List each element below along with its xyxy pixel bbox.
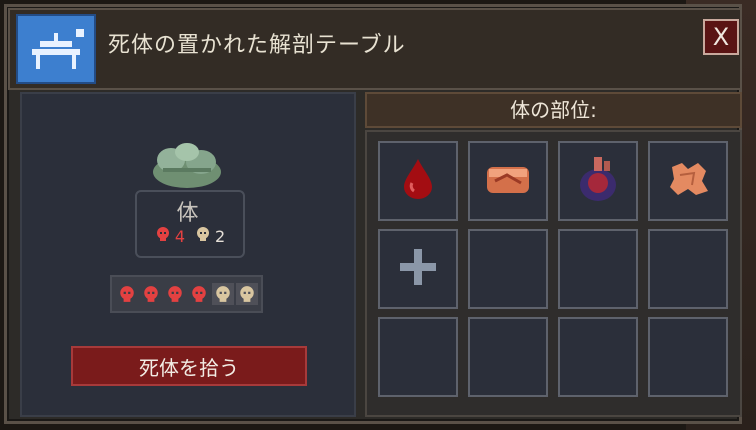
empty-slot[interactable] (378, 317, 458, 397)
pale-skull-icon (235, 283, 258, 305)
empty-slot[interactable] (648, 229, 728, 309)
blood-drop-icon (398, 157, 438, 205)
red-skull-icon (140, 283, 162, 305)
plus-icon (396, 245, 440, 293)
empty-slot[interactable] (558, 229, 638, 309)
skull-track (110, 275, 263, 313)
red-skull-icon (164, 283, 186, 305)
skin-pelt-icon (664, 157, 712, 205)
corpse-icon (145, 138, 230, 193)
body-part-slot-blood[interactable] (378, 141, 458, 221)
red-skull-icon (188, 283, 210, 305)
pale-skull-count: 2 (215, 226, 226, 246)
pale-skull-icon (195, 226, 211, 246)
empty-slot[interactable] (558, 317, 638, 397)
pale-skull-stat: 2 (195, 226, 225, 246)
body-stats: 4 2 (135, 222, 245, 250)
meat-chunk-icon (481, 157, 535, 205)
close-button[interactable]: X (703, 19, 739, 55)
empty-slot[interactable] (648, 317, 728, 397)
pale-skull-icon (211, 283, 234, 305)
body-part-slot-heart[interactable] (558, 141, 638, 221)
dissection-table-icon (16, 14, 96, 84)
heart-organ-icon (572, 153, 624, 209)
body-part-slot-meat[interactable] (468, 141, 548, 221)
red-skull-count: 4 (174, 226, 185, 246)
add-body-part-slot[interactable] (378, 229, 458, 309)
body-parts-header: 体の部位: (365, 92, 742, 128)
pick-up-corpse-button[interactable]: 死体を拾う (71, 346, 307, 386)
red-skull-icon (116, 283, 138, 305)
empty-slot[interactable] (468, 229, 548, 309)
close-icon: X (712, 23, 730, 51)
window-title: 死体の置かれた解剖テーブル (108, 33, 406, 58)
empty-slot[interactable] (468, 317, 548, 397)
body-part-slot-skin[interactable] (648, 141, 728, 221)
red-skull-icon (155, 226, 171, 246)
red-skull-stat: 4 (155, 226, 185, 246)
